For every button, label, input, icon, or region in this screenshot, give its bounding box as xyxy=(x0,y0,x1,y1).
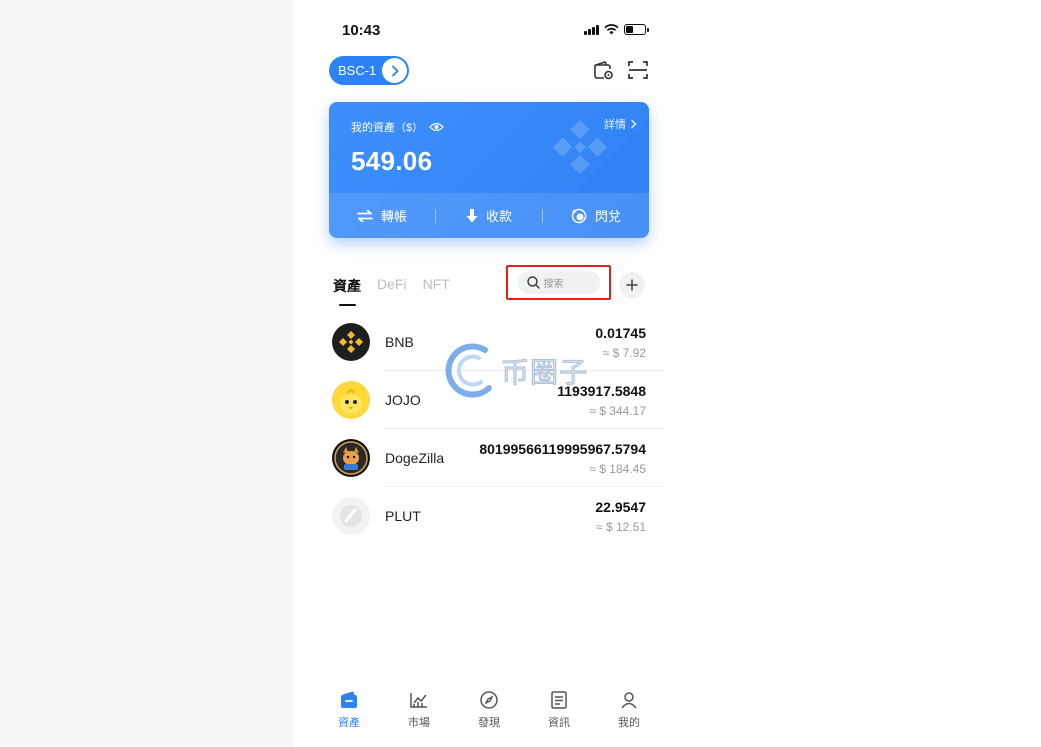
nav-discover[interactable]: 發現 xyxy=(454,690,524,740)
nav-label: 資訊 xyxy=(548,717,570,729)
transfer-button[interactable]: 轉帳 xyxy=(329,206,435,225)
news-icon xyxy=(551,691,567,709)
token-value: ≈ $ 344.17 xyxy=(589,404,646,418)
token-name: PLUT xyxy=(385,508,421,524)
token-name: BNB xyxy=(385,334,414,350)
token-value: ≈ $ 7.92 xyxy=(602,346,646,360)
search-input[interactable]: 搜索 xyxy=(517,271,600,294)
network-label: BSC-1 xyxy=(338,63,377,78)
nav-label: 我的 xyxy=(618,717,640,729)
token-value: ≈ $ 12.51 xyxy=(596,520,646,534)
wifi-icon xyxy=(603,24,619,35)
status-time: 10:43 xyxy=(342,22,381,39)
battery-icon xyxy=(623,24,649,35)
token-amount: 22.9547 xyxy=(595,499,646,515)
profile-icon xyxy=(621,692,637,709)
asset-label-row: 我的資產（$） xyxy=(351,119,444,135)
eye-icon[interactable] xyxy=(429,122,444,132)
tab-nft[interactable]: NFT xyxy=(423,276,450,296)
nav-label: 資產 xyxy=(338,717,360,729)
search-placeholder: 搜索 xyxy=(543,279,564,290)
receive-label: 收款 xyxy=(485,209,512,224)
swap-button[interactable]: 閃兌 xyxy=(543,206,649,225)
chart-icon xyxy=(410,693,427,708)
watermark-text: 币圈子 xyxy=(500,357,589,389)
chevron-right-icon xyxy=(631,119,637,129)
token-name: DogeZilla xyxy=(385,450,445,466)
swap-label: 閃兌 xyxy=(594,209,621,224)
transfer-label: 轉帳 xyxy=(380,209,407,224)
nav-label: 發現 xyxy=(478,717,500,729)
token-amount: 80199566119995967.5794 xyxy=(479,441,646,457)
scan-icon[interactable] xyxy=(626,58,650,82)
watermark: 币圈子 xyxy=(445,342,588,400)
nav-assets[interactable]: 資產 xyxy=(314,690,384,740)
add-token-button[interactable] xyxy=(619,272,645,298)
bottom-nav: 資產 市場 發現 資訊 我的 xyxy=(294,690,684,740)
receive-icon xyxy=(466,208,478,222)
nav-market[interactable]: 市場 xyxy=(384,690,454,740)
jojo-logo-icon xyxy=(332,381,370,419)
compass-icon xyxy=(480,691,498,709)
receive-button[interactable]: 收款 xyxy=(436,206,542,225)
card-actions: 轉帳 收款 閃兌 xyxy=(329,193,649,238)
tab-assets[interactable]: 資產 xyxy=(333,276,361,306)
asset-tabs: 資產 DeFi NFT xyxy=(333,276,466,306)
wallet-manage-icon[interactable] xyxy=(591,58,615,82)
network-selector[interactable]: BSC-1 xyxy=(329,56,409,85)
nav-label: 市場 xyxy=(408,717,430,729)
signal-icon xyxy=(584,24,599,35)
transfer-icon xyxy=(357,209,373,222)
bnb-watermark-icon xyxy=(552,119,608,175)
token-value: ≈ $ 184.45 xyxy=(589,462,646,476)
status-icons xyxy=(584,24,649,35)
token-row[interactable]: PLUT 22.9547 ≈ $ 12.51 xyxy=(332,487,664,545)
token-amount: 0.01745 xyxy=(595,325,646,341)
watermark-logo-icon xyxy=(445,343,492,398)
plus-icon xyxy=(626,279,638,291)
asset-amount: 549.06 xyxy=(351,146,433,176)
nav-profile[interactable]: 我的 xyxy=(594,690,664,740)
plut-logo-icon xyxy=(332,497,370,535)
swap-icon xyxy=(571,208,587,223)
nav-news[interactable]: 資訊 xyxy=(524,690,594,740)
token-name: JOJO xyxy=(385,392,421,408)
dogezilla-logo-icon xyxy=(332,439,370,477)
tab-defi[interactable]: DeFi xyxy=(377,276,407,296)
asset-label: 我的資產（$） xyxy=(351,122,424,134)
left-background xyxy=(0,0,294,747)
search-icon xyxy=(526,276,540,289)
bnb-logo-icon xyxy=(332,323,370,361)
search-highlight-box: 搜索 xyxy=(506,265,611,300)
token-row[interactable]: DogeZilla 80199566119995967.5794 ≈ $ 184… xyxy=(332,429,664,487)
wallet-icon xyxy=(341,691,357,708)
chevron-right-icon xyxy=(382,58,407,83)
asset-card: 我的資產（$） 詳情 549.06 轉帳 收款 閃兌 xyxy=(329,102,649,238)
